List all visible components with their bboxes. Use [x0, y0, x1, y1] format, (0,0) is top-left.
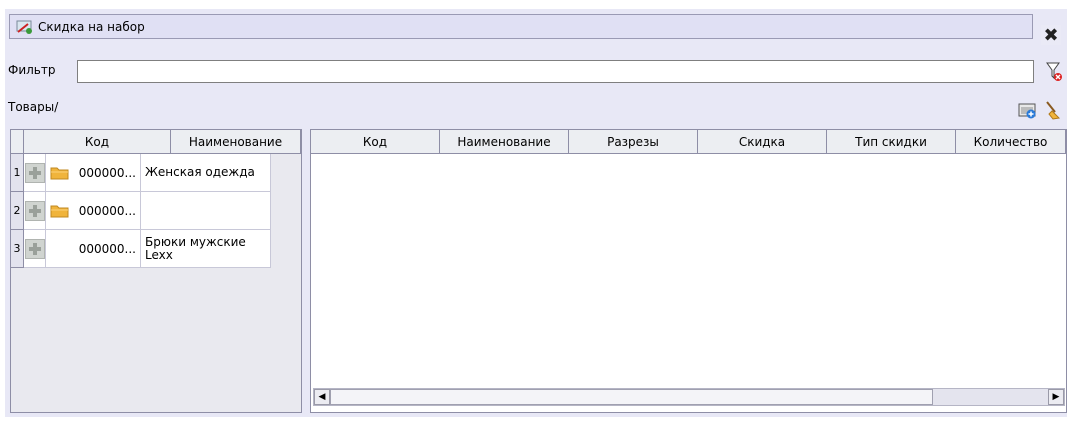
column-header-discount[interactable]: Скидка — [698, 130, 827, 154]
row-code: 000000... — [78, 241, 136, 256]
column-header-discount-type[interactable]: Тип скидки — [827, 130, 956, 154]
column-header-name[interactable]: Наименование — [171, 130, 301, 154]
filter-input[interactable] — [77, 60, 1034, 83]
row-number: 3 — [11, 230, 24, 268]
table-row[interactable]: 2 000000... — [11, 192, 301, 230]
clear-filter-button[interactable] — [1043, 60, 1065, 84]
window-title: Скидка на набор — [38, 19, 145, 34]
clean-button[interactable] — [1042, 99, 1064, 121]
row-number: 2 — [11, 192, 24, 230]
groups-grid-header: Код Наименование — [11, 130, 301, 154]
scroll-thumb[interactable] — [330, 389, 933, 405]
funnel-clear-icon — [1046, 62, 1062, 81]
items-grid: Код Наименование Разрезы Скидка Тип скид… — [310, 129, 1067, 413]
arrow-left-icon: ◀ — [318, 392, 326, 402]
folder-icon — [50, 167, 69, 179]
column-header-quantity[interactable]: Количество — [956, 130, 1066, 154]
add-folder-button[interactable] — [1017, 99, 1038, 121]
goods-path-label: Товары/ — [8, 100, 59, 114]
broom-icon — [1046, 101, 1061, 120]
row-code: 000000... — [78, 203, 136, 218]
row-number: 1 — [11, 154, 24, 192]
expand-button[interactable] — [24, 238, 45, 259]
filter-label: Фильтр — [8, 63, 56, 77]
items-grid-header: Код Наименование Разрезы Скидка Тип скид… — [311, 130, 1066, 154]
expand-button[interactable] — [24, 200, 45, 221]
column-header-sections[interactable]: Разрезы — [569, 130, 698, 154]
column-header-code[interactable]: Код — [24, 130, 171, 154]
row-name: Женская одежда — [141, 154, 271, 192]
close-button[interactable]: ✖ — [1041, 24, 1061, 46]
horizontal-scrollbar[interactable]: ◀ ▶ — [313, 388, 1065, 406]
arrow-right-icon: ▶ — [1052, 392, 1060, 402]
table-row[interactable]: 3 000000... Брюки мужские Lexx — [11, 230, 301, 268]
row-number-header — [11, 130, 24, 154]
scroll-left-button[interactable]: ◀ — [314, 389, 330, 405]
column-header-name[interactable]: Наименование — [440, 130, 569, 154]
column-header-code[interactable]: Код — [311, 130, 440, 154]
close-icon: ✖ — [1043, 24, 1059, 46]
folder-icon — [50, 205, 69, 217]
add-folder-icon — [1018, 103, 1036, 119]
groups-grid: Код Наименование 1 000000... Женская оде… — [10, 129, 302, 413]
discount-tag-icon — [14, 17, 36, 37]
row-name — [141, 192, 271, 230]
expand-button[interactable] — [24, 162, 45, 183]
table-row[interactable]: 1 000000... Женская одежда — [11, 154, 301, 192]
scroll-right-button[interactable]: ▶ — [1048, 389, 1064, 405]
row-name: Брюки мужские Lexx — [141, 230, 271, 268]
row-code: 000000... — [78, 165, 136, 180]
window-title-bar: Скидка на набор — [9, 14, 1033, 39]
